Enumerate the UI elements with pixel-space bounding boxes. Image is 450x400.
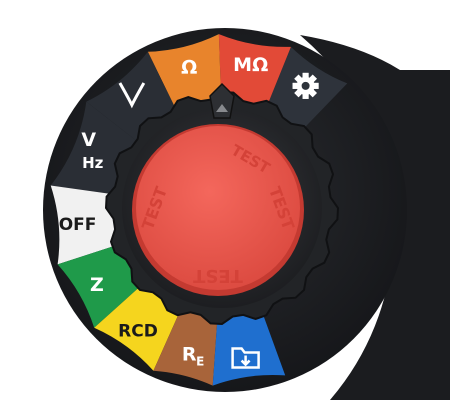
segment-rcd-text: RCD xyxy=(118,322,158,342)
test-label-bottom: TEST xyxy=(192,265,243,286)
segment-ohm-text: Ω xyxy=(181,56,197,78)
segment-earth-re-subtext: E xyxy=(196,355,204,369)
segment-megohm-text: MΩ xyxy=(233,54,268,76)
segment-earth-re-text: R xyxy=(182,344,197,366)
segment-volt-hz-text: V xyxy=(81,129,96,151)
segment-megohm-label: MΩ xyxy=(233,54,268,76)
segment-loop-z-label: Z xyxy=(90,274,104,296)
test-button[interactable]: TEST TEST TEST TEST xyxy=(132,124,304,296)
rotary-dial[interactable]: MΩ Ω V Hz OFF Z RCD R E TEST TEST TEST TEST xyxy=(0,0,450,400)
segment-ohm-label: Ω xyxy=(181,56,197,78)
segment-off-label: OFF xyxy=(59,215,97,235)
segment-rcd-label: RCD xyxy=(118,322,158,342)
segment-settings-label xyxy=(292,72,319,99)
segment-loop-z-text: Z xyxy=(90,274,104,296)
gear-icon xyxy=(292,72,319,99)
segment-off-text: OFF xyxy=(59,215,97,235)
segment-volt-hz-subtext: Hz xyxy=(82,154,104,172)
